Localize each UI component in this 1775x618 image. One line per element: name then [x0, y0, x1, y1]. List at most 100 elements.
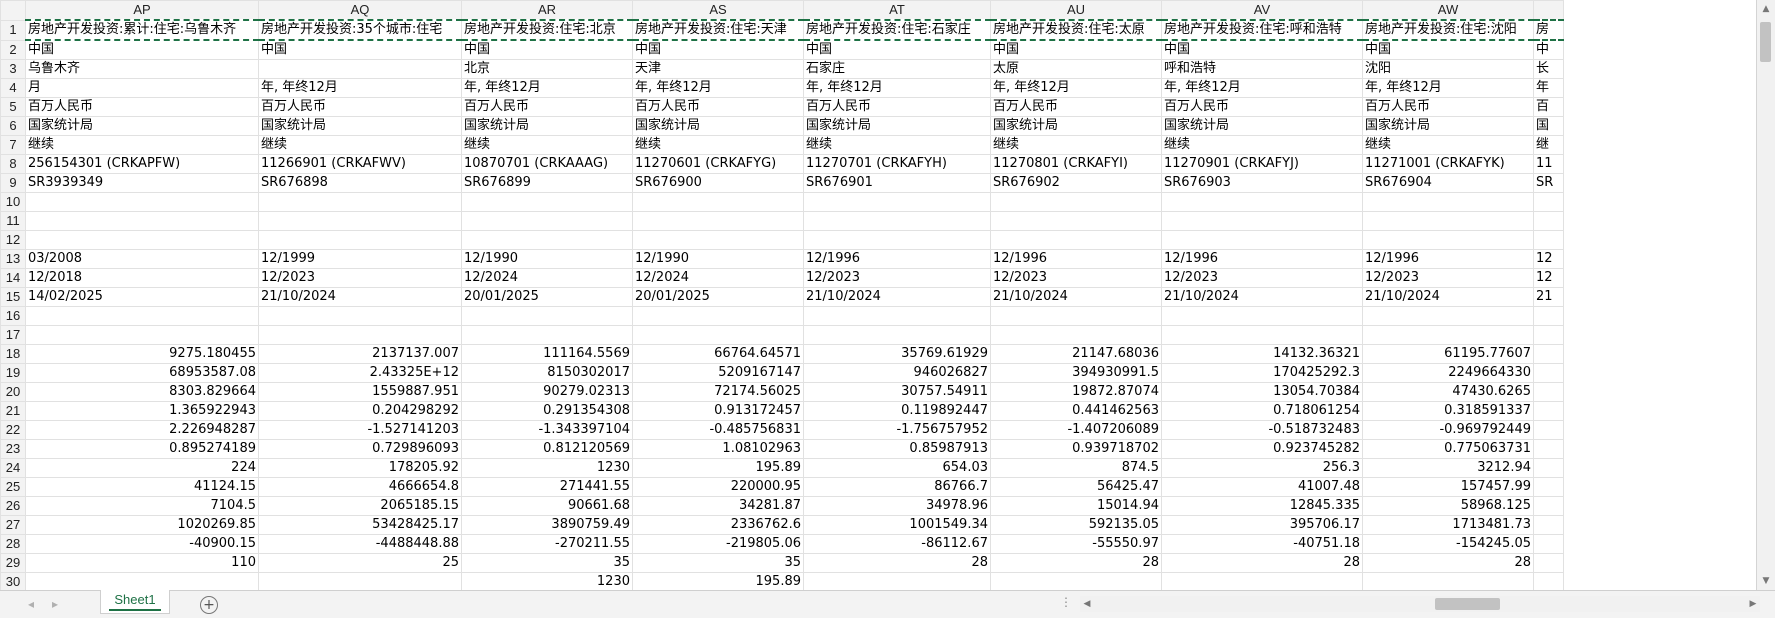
cell[interactable] [1161, 306, 1363, 326]
cell[interactable]: 21147.68036 [990, 344, 1162, 364]
cell[interactable]: 72174.56025 [632, 382, 804, 402]
row-header[interactable]: 10 [0, 192, 26, 212]
cell[interactable]: 170425292.3 [1161, 363, 1363, 383]
cell[interactable]: 11270801 (CRKAFYI) [990, 154, 1162, 174]
cell[interactable] [258, 192, 462, 212]
cell[interactable] [632, 192, 804, 212]
cell[interactable]: 年, 年终12月 [461, 78, 633, 98]
cell[interactable]: 百万人民币 [990, 97, 1162, 117]
cell[interactable]: 2.226948287 [25, 420, 259, 440]
cell[interactable]: 房地产开发投资:住宅:北京 [461, 19, 633, 41]
cell[interactable]: 中国 [25, 39, 259, 60]
cell[interactable]: -270211.55 [461, 534, 633, 554]
cell[interactable]: 28 [990, 553, 1162, 573]
cell[interactable]: 12/2023 [1161, 268, 1363, 288]
cell[interactable]: 14132.36321 [1161, 344, 1363, 364]
cell[interactable] [25, 230, 259, 250]
cell[interactable]: 12/2024 [461, 268, 633, 288]
cell[interactable]: 5209167147 [632, 363, 804, 383]
cell[interactable]: 房地产开发投资:35个城市:住宅 [258, 19, 462, 41]
cell[interactable]: 0.441462563 [990, 401, 1162, 421]
cell[interactable]: 11270901 (CRKAFYJ) [1161, 154, 1363, 174]
cell[interactable] [632, 306, 804, 326]
column-header-aq[interactable]: AQ [258, 0, 462, 21]
cell[interactable]: 20/01/2025 [632, 287, 804, 307]
scroll-up-icon[interactable]: ▲ [1757, 0, 1775, 18]
row-header[interactable]: 6 [0, 116, 26, 136]
cell[interactable]: 百万人民币 [461, 97, 633, 117]
cell[interactable]: 157457.99 [1362, 477, 1534, 497]
cell[interactable] [803, 572, 991, 590]
cell[interactable] [1533, 496, 1564, 516]
cell[interactable]: 12 [1533, 249, 1564, 269]
cell[interactable]: 月 [25, 78, 259, 98]
cell[interactable]: 百万人民币 [632, 97, 804, 117]
row-header[interactable]: 26 [0, 496, 26, 516]
cell[interactable]: 继续 [1362, 135, 1534, 155]
cell[interactable]: SR676899 [461, 173, 633, 193]
cell[interactable]: 0.923745282 [1161, 439, 1363, 459]
cell[interactable]: 68953587.08 [25, 363, 259, 383]
cell[interactable]: 继续 [990, 135, 1162, 155]
cell[interactable]: SR3939349 [25, 173, 259, 193]
cell[interactable]: 房地产开发投资:住宅:沈阳 [1362, 19, 1534, 41]
cell[interactable]: 0.119892447 [803, 401, 991, 421]
cell[interactable]: 1020269.85 [25, 515, 259, 535]
cell[interactable]: 90661.68 [461, 496, 633, 516]
cell[interactable]: 7104.5 [25, 496, 259, 516]
cell[interactable]: 28 [1161, 553, 1363, 573]
row-header[interactable]: 7 [0, 135, 26, 155]
cell[interactable]: 2065185.15 [258, 496, 462, 516]
cell[interactable]: 21/10/2024 [258, 287, 462, 307]
cell[interactable]: 3212.94 [1362, 458, 1534, 478]
row-header[interactable]: 9 [0, 173, 26, 193]
cell[interactable] [1533, 458, 1564, 478]
cell[interactable]: SR676901 [803, 173, 991, 193]
cell[interactable]: 0.318591337 [1362, 401, 1534, 421]
scroll-split-handle-icon[interactable]: ⋮ [1060, 595, 1073, 609]
cell[interactable]: 长 [1533, 59, 1564, 79]
cell[interactable]: 12/1996 [1362, 249, 1534, 269]
column-header-next[interactable] [1533, 0, 1564, 21]
cell[interactable]: 年, 年终12月 [258, 78, 462, 98]
cell[interactable]: 百万人民币 [803, 97, 991, 117]
column-header-au[interactable]: AU [990, 0, 1162, 21]
column-header-ap[interactable]: AP [25, 0, 259, 21]
cell[interactable]: 12/1990 [461, 249, 633, 269]
cell[interactable]: 47430.6265 [1362, 382, 1534, 402]
cell[interactable]: 34978.96 [803, 496, 991, 516]
vertical-scroll-thumb[interactable] [1760, 22, 1771, 62]
cell[interactable]: 41007.48 [1161, 477, 1363, 497]
cell[interactable] [1533, 211, 1564, 231]
row-header[interactable]: 21 [0, 401, 26, 421]
row-header[interactable]: 19 [0, 363, 26, 383]
cell[interactable]: 41124.15 [25, 477, 259, 497]
cell[interactable]: 0.775063731 [1362, 439, 1534, 459]
cell[interactable]: 12/1996 [803, 249, 991, 269]
cell[interactable]: 0.812120569 [461, 439, 633, 459]
cell[interactable]: SR676904 [1362, 173, 1534, 193]
cell[interactable]: 房地产开发投资:住宅:太原 [990, 19, 1162, 41]
cell[interactable]: 呼和浩特 [1161, 59, 1363, 79]
cell[interactable]: 9275.180455 [25, 344, 259, 364]
cell[interactable]: SR676900 [632, 173, 804, 193]
add-sheet-icon[interactable]: + [200, 596, 218, 614]
cell[interactable]: 12/2023 [803, 268, 991, 288]
cell[interactable] [461, 306, 633, 326]
cell[interactable]: 110 [25, 553, 259, 573]
cell[interactable]: 15014.94 [990, 496, 1162, 516]
cell[interactable] [1161, 325, 1363, 345]
cell[interactable]: SR676903 [1161, 173, 1363, 193]
row-header[interactable]: 24 [0, 458, 26, 478]
cell[interactable]: 继续 [461, 135, 633, 155]
cell[interactable]: 224 [25, 458, 259, 478]
cell[interactable] [1533, 230, 1564, 250]
cell[interactable]: 874.5 [990, 458, 1162, 478]
cell[interactable]: 百万人民币 [1362, 97, 1534, 117]
cell[interactable]: 12/1996 [990, 249, 1162, 269]
row-header[interactable]: 30 [0, 572, 26, 590]
cell[interactable]: 394930991.5 [990, 363, 1162, 383]
cell[interactable]: 86766.7 [803, 477, 991, 497]
cell[interactable]: 195.89 [632, 458, 804, 478]
cell[interactable] [990, 306, 1162, 326]
